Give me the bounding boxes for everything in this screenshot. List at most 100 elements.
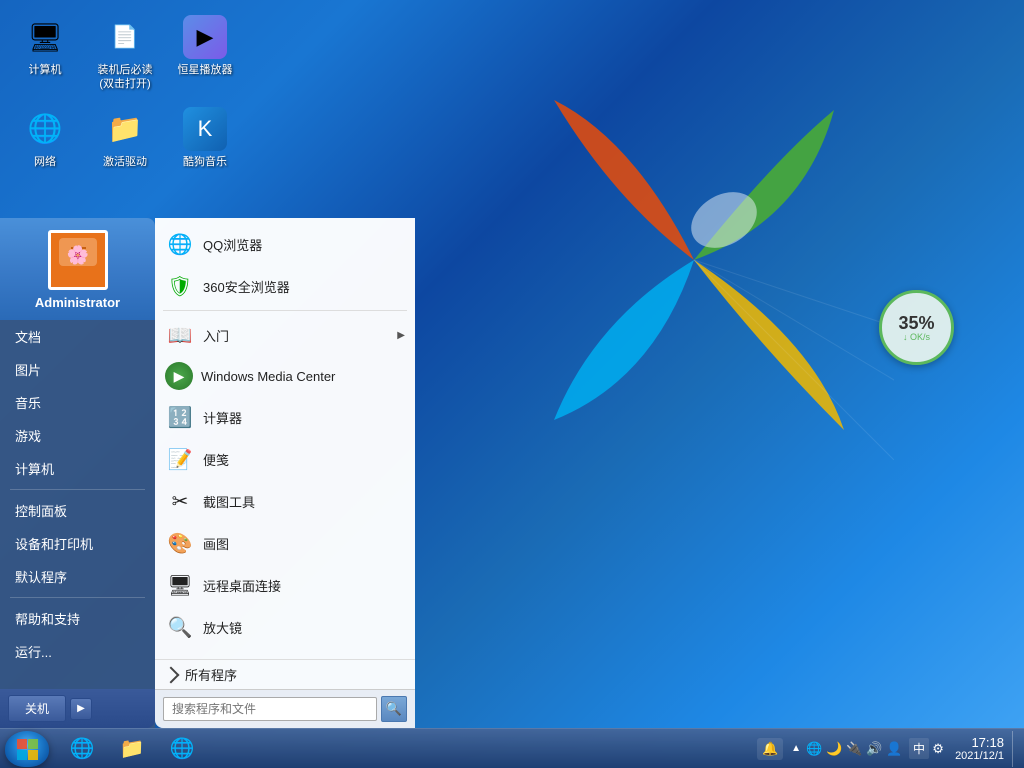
taskbar-apps: 🌐 📁 🌐 xyxy=(54,729,210,768)
calculator-icon: 🔢 xyxy=(165,402,195,432)
desktop-icon-computer[interactable]: 🖥 计算机 xyxy=(10,10,80,97)
left-pinned-items: 🌐 QQ浏览器 🛡 360安全浏览器 📖 入门 ▶ ▶ xyxy=(155,218,415,659)
computer-icon: 🖥 xyxy=(23,15,67,59)
desktop-icon-row-1: 🖥 计算机 📄 装机后必读(双击打开) ▶ 恒星播放器 xyxy=(10,10,240,97)
desktop-icon-row-2: 🌐 网络 📁 激活驱动 K 酷狗音乐 xyxy=(10,102,240,174)
search-input[interactable] xyxy=(163,697,377,721)
right-item-default-programs[interactable]: 默认程序 xyxy=(0,560,155,593)
left-item-snip-tool[interactable]: ✂ 截图工具 xyxy=(155,480,415,522)
show-desktop-button[interactable] xyxy=(1012,731,1020,767)
desktop-icon-driver[interactable]: 📁 激活驱动 xyxy=(90,102,160,174)
right-item-docs[interactable]: 文档 xyxy=(0,320,155,353)
shutdown-bar: 关机 ▶ xyxy=(0,689,155,728)
snip-tool-icon: ✂ xyxy=(165,486,195,516)
svg-text:🌸: 🌸 xyxy=(66,244,88,265)
network-label: 网络 xyxy=(34,155,56,169)
left-item-wmc[interactable]: ▶ Windows Media Center xyxy=(155,356,415,396)
taskbar-app-ie[interactable]: 🌐 xyxy=(58,732,106,766)
left-item-sticky-notes[interactable]: 📝 便笺 xyxy=(155,438,415,480)
sticky-notes-icon: 📝 xyxy=(165,444,195,474)
left-divider-1 xyxy=(163,310,407,311)
desktop-icon-network[interactable]: 🌐 网络 xyxy=(10,102,80,174)
clock[interactable]: 17:18 2021/12/1 xyxy=(947,733,1012,764)
right-item-help[interactable]: 帮助和支持 xyxy=(0,602,155,635)
install-readme-icon: 📄 xyxy=(103,15,147,59)
magnifier-icon: 🔍 xyxy=(165,612,195,642)
start-menu-left: 🌐 QQ浏览器 🛡 360安全浏览器 📖 入门 ▶ ▶ xyxy=(155,218,415,728)
qq-browser-icon: 🌐 xyxy=(165,229,195,259)
tray-expand-button[interactable]: ▲ xyxy=(789,743,803,754)
search-bar: 🔍 xyxy=(155,689,415,728)
all-programs-arrow-icon xyxy=(163,666,180,683)
left-item-calculator[interactable]: 🔢 计算器 xyxy=(155,396,415,438)
sys-tray: ▲ 🌐 🌙 🔌 🔊 👤 xyxy=(783,740,909,758)
tray-action-center[interactable]: 🔔 xyxy=(761,740,779,758)
search-button[interactable]: 🔍 xyxy=(381,696,407,722)
right-item-games[interactable]: 游戏 xyxy=(0,419,155,452)
taskbar-right: 🔔 ▲ 🌐 🌙 🔌 🔊 👤 中 ⚙ 17:18 2021/12/1 xyxy=(757,729,1024,768)
left-item-magnifier[interactable]: 🔍 放大镜 xyxy=(155,606,415,648)
windows-logo xyxy=(494,60,894,460)
qqmusic-label: 酷狗音乐 xyxy=(183,155,227,169)
start-button[interactable] xyxy=(0,729,54,768)
speed-down: ↓ OK/s xyxy=(903,332,930,342)
user-name: Administrator xyxy=(35,295,120,310)
left-item-360-browser[interactable]: 🛡 360安全浏览器 xyxy=(155,265,415,307)
right-item-run[interactable]: 运行... xyxy=(0,635,155,668)
left-item-baidu[interactable]: 🐾 百度一下 xyxy=(155,648,415,659)
360-browser-icon: 🛡 xyxy=(165,271,195,301)
desktop-icon-hengxing[interactable]: ▶ 恒星播放器 xyxy=(170,10,240,97)
desktop: 🖥 计算机 📄 装机后必读(双击打开) ▶ 恒星播放器 🌐 网络 📁 激活驱动 xyxy=(0,0,1024,768)
start-menu: 🌸 Administrator 文档 图片 音乐 游戏 计算机 控制面板 设备和… xyxy=(0,218,415,728)
start-orb xyxy=(5,731,49,767)
remote-desktop-icon: 🖥 xyxy=(165,570,195,600)
clock-time: 17:18 xyxy=(955,735,1004,750)
shutdown-arrow[interactable]: ▶ xyxy=(70,698,92,720)
user-avatar: 🌸 xyxy=(48,230,108,290)
right-item-music[interactable]: 音乐 xyxy=(0,386,155,419)
right-item-control-panel[interactable]: 控制面板 xyxy=(0,494,155,527)
tray-ie-icon[interactable]: 🌐 xyxy=(805,740,823,758)
user-profile: 🌸 Administrator xyxy=(0,218,155,320)
tray-moon-icon[interactable]: 🌙 xyxy=(825,740,843,758)
driver-icon: 📁 xyxy=(103,107,147,151)
computer-label: 计算机 xyxy=(29,63,62,77)
taskbar: 🌐 📁 🌐 🔔 ▲ 🌐 🌙 🔌 🔊 👤 中 ⚙ xyxy=(0,728,1024,768)
tray-volume-icon[interactable]: 🔊 xyxy=(865,740,883,758)
network-icon: 🌐 xyxy=(23,107,67,151)
right-item-pictures[interactable]: 图片 xyxy=(0,353,155,386)
taskbar-app-ie2[interactable]: 🌐 xyxy=(158,732,206,766)
clock-date: 2021/12/1 xyxy=(955,750,1004,762)
hengxing-label: 恒星播放器 xyxy=(178,63,233,77)
intro-icon: 📖 xyxy=(165,320,195,350)
install-readme-label: 装机后必读(双击打开) xyxy=(93,63,157,92)
qqmusic-icon: K xyxy=(183,107,227,151)
left-item-qq-browser[interactable]: 🌐 QQ浏览器 xyxy=(155,223,415,265)
notification-icons: 🔔 xyxy=(757,738,783,760)
desktop-icon-qqmusic[interactable]: K 酷狗音乐 xyxy=(170,102,240,174)
tray-power-icon[interactable]: 🔌 xyxy=(845,740,863,758)
right-divider-1 xyxy=(10,489,145,490)
wmc-icon: ▶ xyxy=(165,362,193,390)
left-item-intro[interactable]: 📖 入门 ▶ xyxy=(155,314,415,356)
paint-icon: 🎨 xyxy=(165,528,195,558)
hengxing-icon: ▶ xyxy=(183,15,227,59)
left-item-remote-desktop[interactable]: 🖥 远程桌面连接 xyxy=(155,564,415,606)
speed-percent: 35% xyxy=(898,314,934,332)
tray-settings-icon[interactable]: ⚙ xyxy=(929,740,947,758)
start-menu-right: 🌸 Administrator 文档 图片 音乐 游戏 计算机 控制面板 设备和… xyxy=(0,218,155,728)
driver-label: 激活驱动 xyxy=(103,155,147,169)
desktop-icons-area: 🖥 计算机 📄 装机后必读(双击打开) ▶ 恒星播放器 🌐 网络 📁 激活驱动 xyxy=(10,10,240,179)
left-item-paint[interactable]: 🎨 画图 xyxy=(155,522,415,564)
speed-widget: 35% ↓ OK/s xyxy=(879,290,954,365)
shutdown-button[interactable]: 关机 xyxy=(8,695,66,722)
all-programs-item[interactable]: 所有程序 xyxy=(155,659,415,689)
taskbar-app-explorer[interactable]: 📁 xyxy=(108,732,156,766)
right-item-devices-printers[interactable]: 设备和打印机 xyxy=(0,527,155,560)
input-language[interactable]: 中 xyxy=(909,738,929,759)
right-divider-2 xyxy=(10,597,145,598)
right-item-computer[interactable]: 计算机 xyxy=(0,452,155,485)
tray-user-icon[interactable]: 👤 xyxy=(885,740,903,758)
intro-arrow: ▶ xyxy=(397,330,405,341)
desktop-icon-install-readme[interactable]: 📄 装机后必读(双击打开) xyxy=(90,10,160,97)
